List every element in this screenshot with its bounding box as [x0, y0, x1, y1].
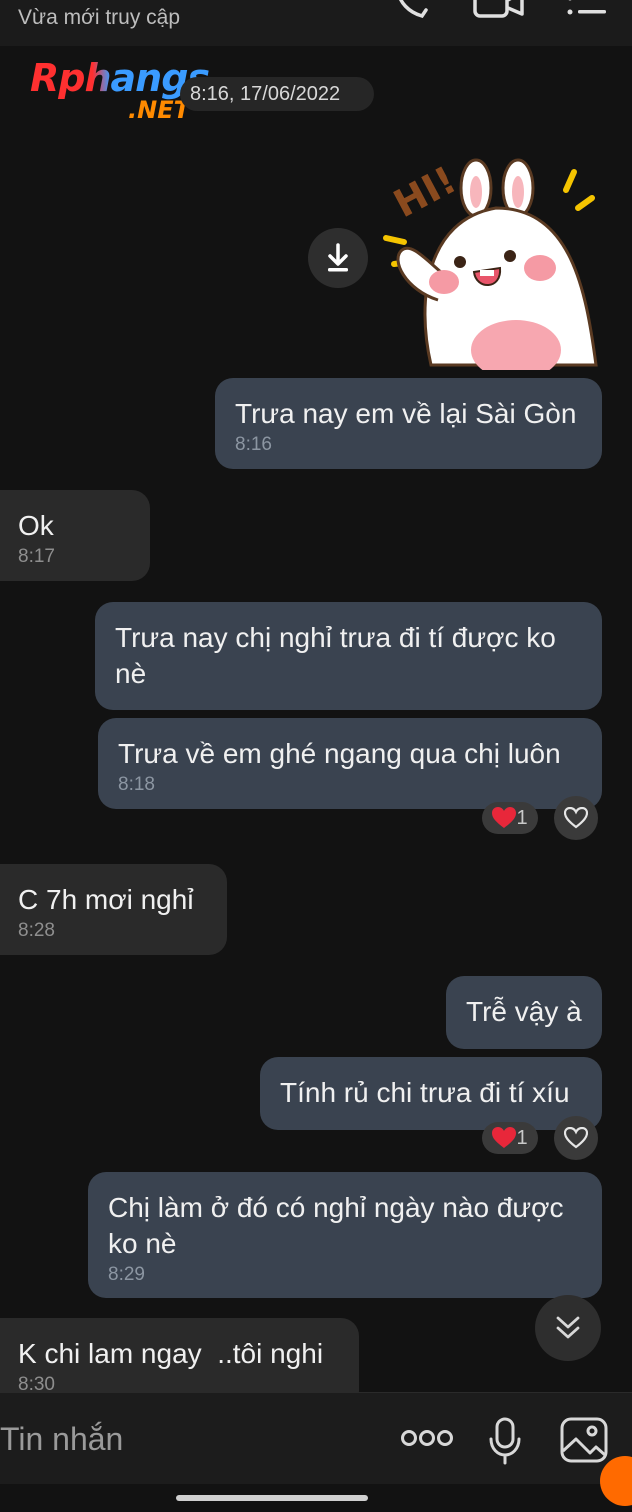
message-incoming[interactable]: C 7h mơi nghỉ 8:28 [0, 864, 227, 955]
more-icon[interactable] [400, 1429, 454, 1447]
online-status: Vừa mới truy cập [18, 6, 181, 29]
message-time: 8:17 [18, 546, 55, 567]
react-button[interactable] [554, 796, 598, 840]
phone-icon[interactable] [392, 0, 432, 18]
video-call-icon[interactable] [472, 0, 524, 18]
message-outgoing[interactable]: Tính rủ chi trưa đi tí xíu [260, 1057, 602, 1130]
message-text: Trưa nay em về lại Sài Gòn [235, 398, 577, 429]
reaction-summary[interactable]: 1 [482, 1122, 538, 1154]
image-icon[interactable] [560, 1417, 608, 1463]
message-text: Tính rủ chi trưa đi tí xíu [280, 1077, 570, 1108]
microphone-icon[interactable] [488, 1417, 522, 1465]
heart-outline-icon [564, 1127, 588, 1149]
system-nav-bar [0, 1484, 632, 1512]
chevrons-down-icon [556, 1316, 580, 1339]
message-text: Trưa nay chị nghỉ trưa đi tí được ko nè [115, 622, 564, 689]
download-button[interactable] [308, 228, 368, 288]
hi-bunny-sticker[interactable]: HI! [376, 150, 606, 370]
reaction-count: 1 [516, 1126, 528, 1149]
message-text: Trưa về em ghé ngang qua chị luôn [118, 738, 561, 769]
message-text: C 7h mơi nghỉ [18, 884, 194, 915]
message-composer [0, 1392, 632, 1484]
date-separator: 8:16, 17/06/2022 [180, 77, 374, 111]
message-text: Chị làm ở đó có nghỉ ngày nào được ko nè [108, 1192, 572, 1259]
scroll-to-bottom-button[interactable] [535, 1295, 601, 1361]
message-time: 8:18 [118, 774, 155, 795]
message-text: Ok [18, 510, 54, 541]
heart-icon [492, 1127, 517, 1148]
react-button[interactable] [554, 1116, 598, 1160]
chat-header: Vừa mới truy cập [0, 0, 632, 46]
message-time: 8:16 [235, 434, 272, 455]
heart-icon [492, 807, 517, 828]
message-outgoing[interactable]: Chị làm ở đó có nghỉ ngày nào được ko nè… [88, 1172, 602, 1298]
message-outgoing[interactable]: Trưa về em ghé ngang qua chị luôn 8:18 [98, 718, 602, 809]
reaction-count: 1 [516, 806, 528, 829]
menu-icon[interactable] [566, 0, 608, 18]
home-indicator[interactable] [176, 1495, 368, 1501]
message-text: K chi lam ngay ..tôi nghi [18, 1338, 324, 1369]
message-incoming[interactable]: Ok 8:17 [0, 490, 150, 581]
message-outgoing[interactable]: Trễ vậy à [446, 976, 602, 1049]
message-time: 8:29 [108, 1264, 145, 1285]
message-input[interactable] [0, 1415, 380, 1463]
download-icon [328, 243, 348, 272]
sticker-text: HI! [387, 158, 464, 227]
heart-outline-icon [564, 807, 588, 829]
message-outgoing[interactable]: Trưa nay em về lại Sài Gòn 8:16 [215, 378, 602, 469]
message-outgoing[interactable]: Trưa nay chị nghỉ trưa đi tí được ko nè [95, 602, 602, 710]
reaction-summary[interactable]: 1 [482, 802, 538, 834]
message-time: 8:28 [18, 920, 55, 941]
message-text: Trễ vậy à [466, 996, 582, 1027]
